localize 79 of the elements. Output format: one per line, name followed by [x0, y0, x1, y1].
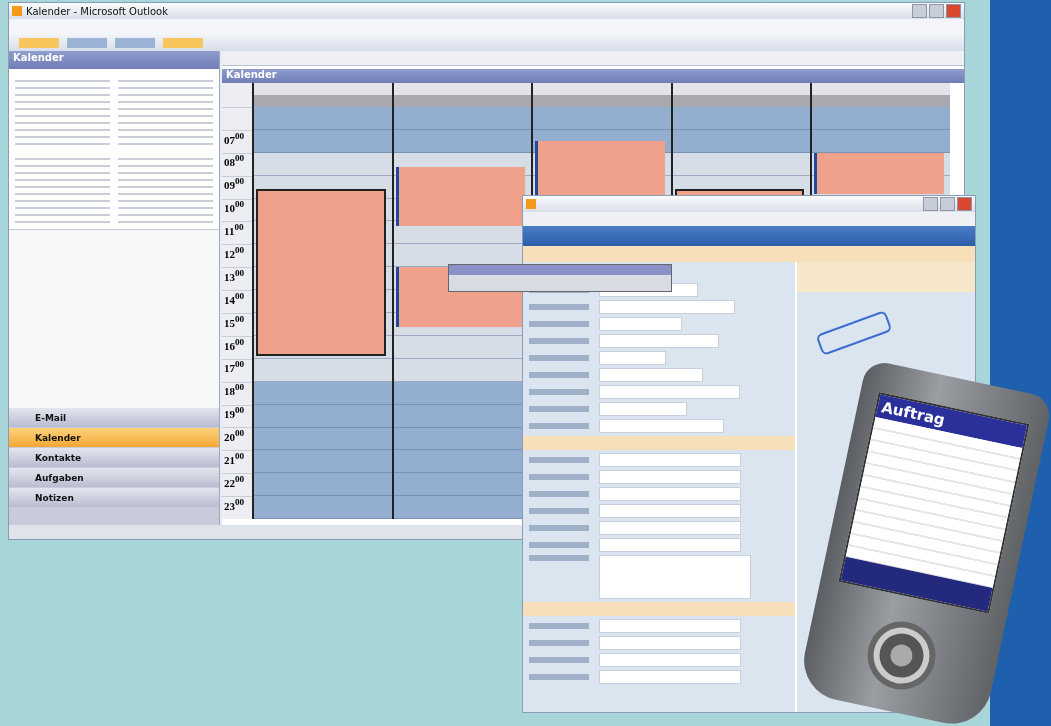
minimize-button[interactable] — [923, 197, 938, 211]
input-field[interactable] — [599, 619, 741, 633]
field-label-drawing — [529, 623, 589, 629]
field-label-drawing — [529, 304, 589, 310]
calendar-title: Kalender — [222, 69, 964, 83]
appointment-block[interactable] — [256, 189, 386, 356]
minimize-button[interactable] — [912, 4, 927, 18]
input-field[interactable] — [599, 653, 741, 667]
app-icon — [12, 6, 22, 16]
toolbar-icon[interactable] — [163, 38, 203, 48]
field-label-drawing — [529, 525, 589, 531]
nav-button[interactable]: Kontakte — [9, 448, 219, 467]
time-label: 10$^{00}$ — [224, 202, 245, 215]
input-field[interactable] — [599, 368, 703, 382]
time-label: 17$^{00}$ — [224, 362, 245, 375]
input-field[interactable] — [599, 334, 719, 348]
field-label-drawing — [529, 457, 589, 463]
field-label-drawing — [529, 321, 589, 327]
input-field[interactable] — [599, 402, 687, 416]
field-label-drawing — [529, 542, 589, 548]
time-label: 20$^{00}$ — [224, 431, 245, 444]
input-field[interactable] — [599, 300, 735, 314]
field-label-drawing — [529, 474, 589, 480]
pane-title: Kalender — [9, 51, 219, 69]
input-field[interactable] — [599, 385, 740, 399]
time-label: 16$^{00}$ — [224, 339, 245, 352]
time-label: 08$^{00}$ — [224, 156, 245, 169]
field-label-drawing — [529, 491, 589, 497]
input-field[interactable] — [599, 487, 741, 501]
day-column[interactable] — [254, 107, 392, 520]
time-label: 14$^{00}$ — [224, 293, 245, 306]
time-label: 18$^{00}$ — [224, 385, 245, 398]
field-label-drawing — [529, 657, 589, 663]
text-area[interactable] — [599, 555, 751, 599]
input-field[interactable] — [599, 504, 741, 518]
nav-button[interactable]: E-Mail — [9, 408, 219, 427]
time-label: 12$^{00}$ — [224, 248, 245, 260]
input-field[interactable] — [599, 636, 741, 650]
field-label-drawing — [529, 338, 589, 344]
window-title: Kalender - Microsoft Outlook — [26, 5, 168, 17]
input-field[interactable] — [599, 470, 741, 484]
field-label-drawing — [529, 423, 589, 429]
toolbar-icon[interactable] — [19, 38, 59, 48]
close-button[interactable] — [957, 197, 972, 211]
time-label: 21$^{00}$ — [224, 454, 245, 466]
time-label: 11$^{00}$ — [224, 225, 244, 238]
appointment-block[interactable] — [814, 152, 944, 194]
nav-button[interactable]: Notizen — [9, 488, 219, 507]
toolbar-icon[interactable] — [115, 38, 155, 48]
maximize-button[interactable] — [929, 4, 944, 18]
appointment-block[interactable] — [395, 166, 526, 227]
app-icon — [526, 199, 536, 209]
field-label-drawing — [529, 555, 589, 561]
nav-button[interactable]: Kalender — [9, 428, 219, 447]
time-label: 23$^{00}$ — [224, 499, 245, 512]
input-field[interactable] — [599, 670, 741, 684]
field-label-drawing — [529, 640, 589, 646]
time-label: 19$^{00}$ — [224, 408, 245, 421]
time-label: 13$^{00}$ — [224, 270, 245, 283]
field-label-drawing — [529, 406, 589, 412]
time-label: 09$^{00}$ — [224, 179, 245, 192]
field-label-drawing — [529, 508, 589, 514]
field-label-drawing — [529, 674, 589, 680]
maximize-button[interactable] — [940, 197, 955, 211]
field-label-drawing — [529, 355, 589, 361]
time-label: 07$^{00}$ — [224, 133, 245, 146]
nav-button[interactable]: Aufgaben — [9, 468, 219, 487]
input-field[interactable] — [599, 317, 682, 331]
input-field[interactable] — [599, 351, 666, 365]
time-label: 22$^{00}$ — [224, 476, 245, 489]
input-field[interactable] — [599, 453, 741, 467]
input-field[interactable] — [599, 538, 741, 552]
field-label-drawing — [529, 389, 589, 395]
close-button[interactable] — [946, 4, 961, 18]
toolbar-icon[interactable] — [67, 38, 107, 48]
time-label: 15$^{00}$ — [224, 316, 245, 329]
input-field[interactable] — [599, 521, 741, 535]
field-label-drawing — [529, 372, 589, 378]
input-field[interactable] — [599, 419, 724, 433]
